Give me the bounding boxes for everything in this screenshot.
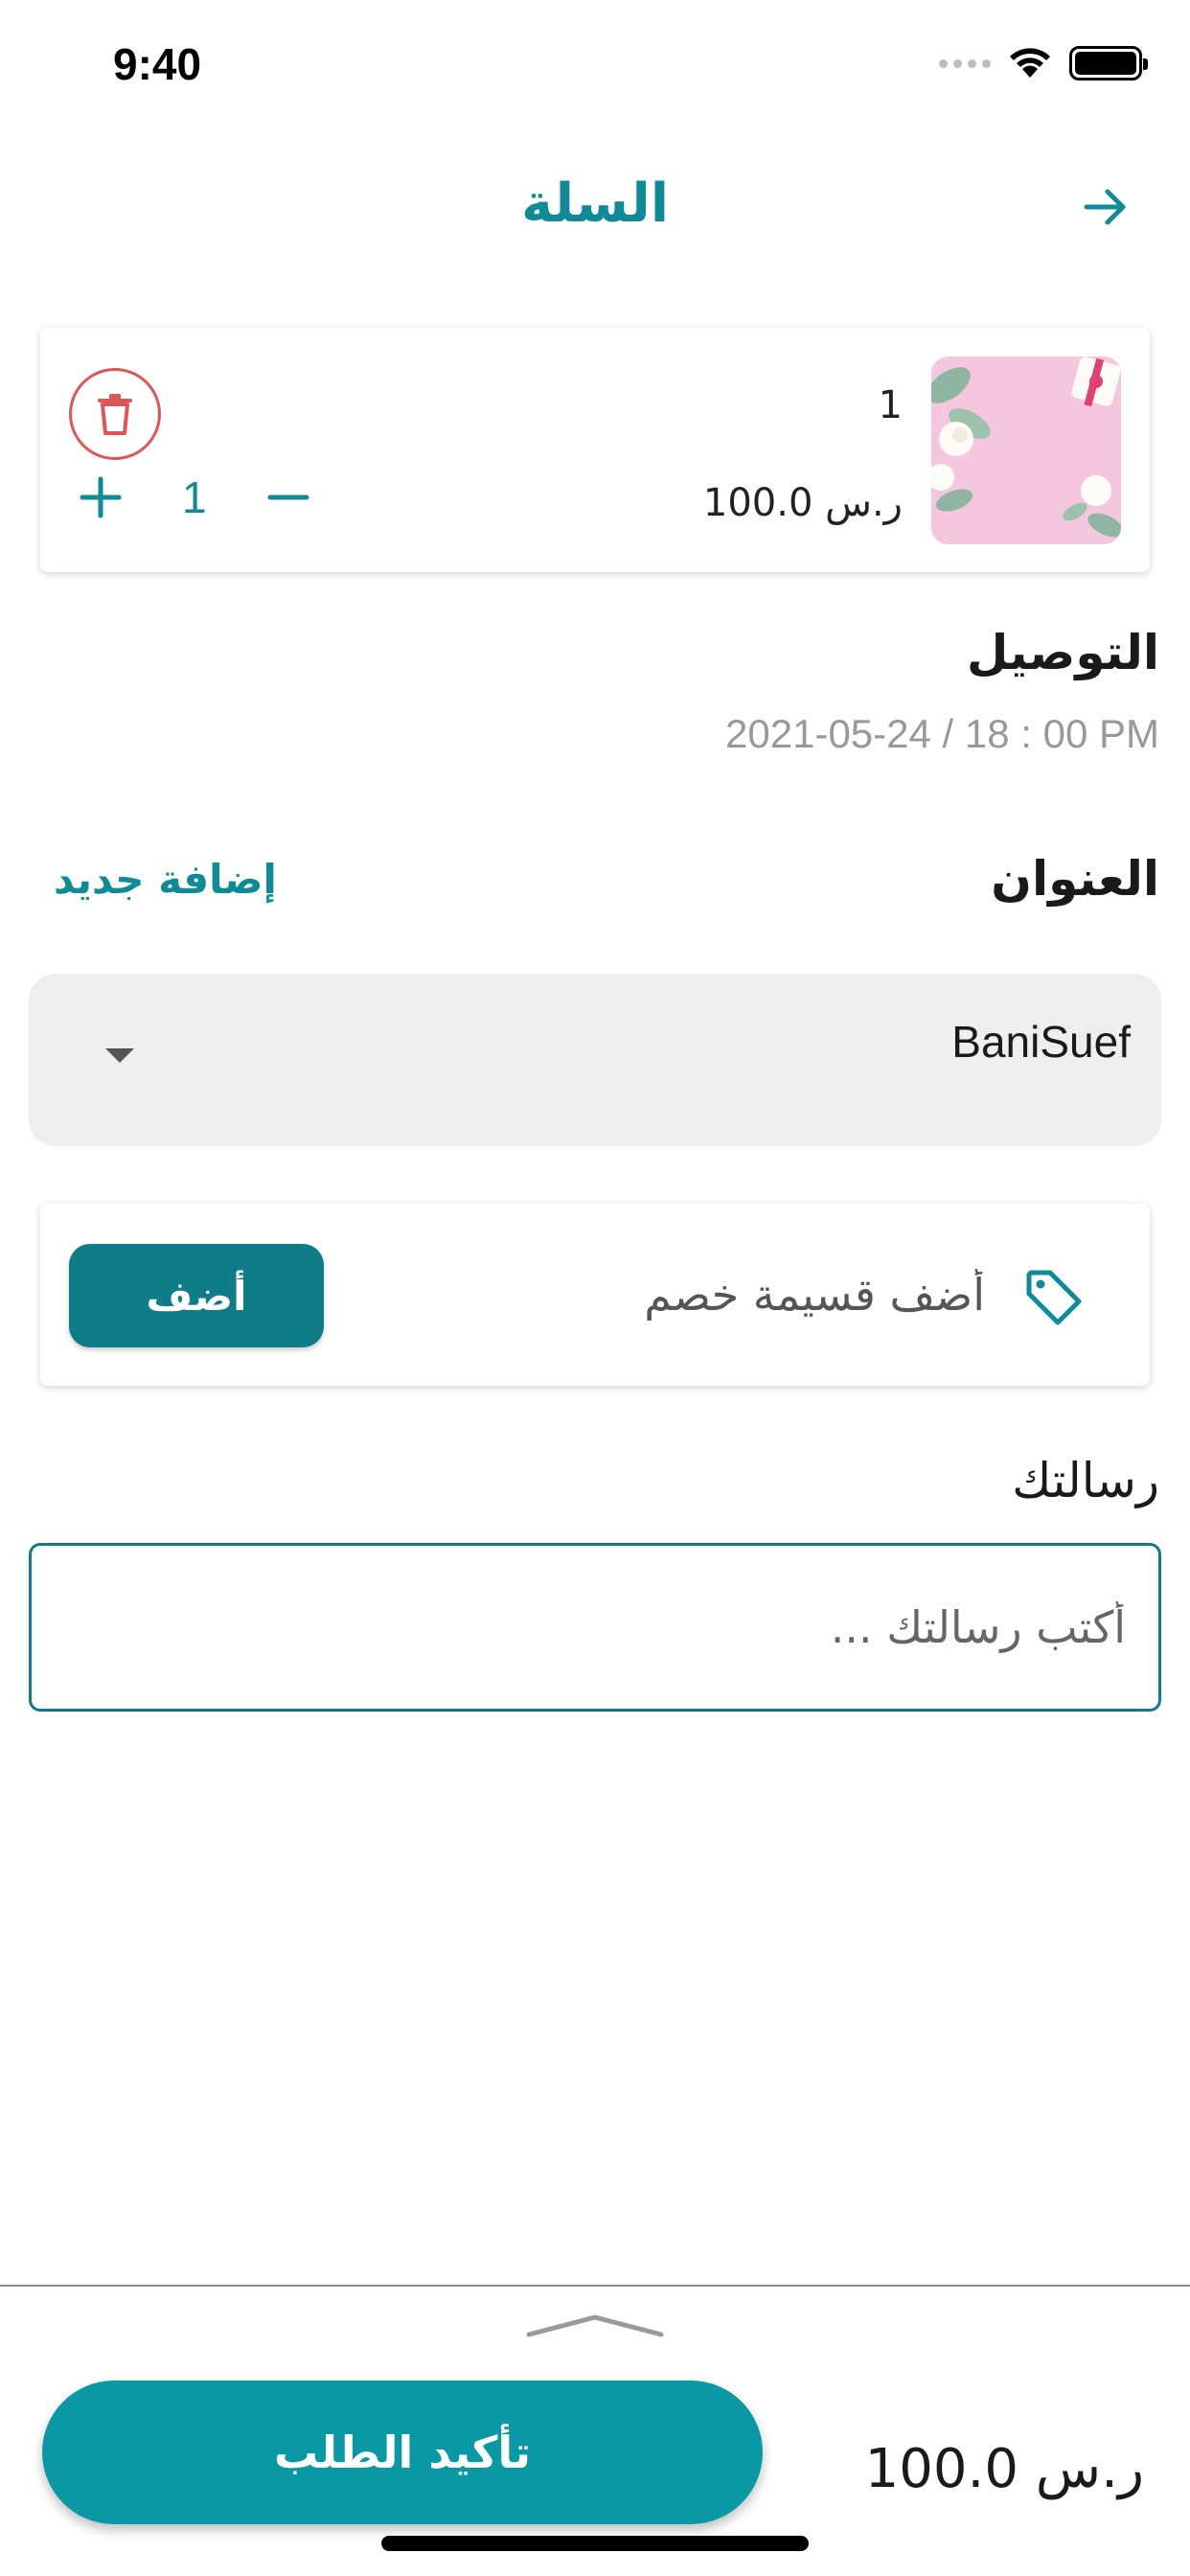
item-price: 100.0 ر.س [702, 481, 903, 525]
message-input[interactable] [32, 1546, 1158, 1709]
decrease-button[interactable] [266, 475, 310, 519]
address-selected-value: BaniSuef [951, 1017, 1131, 1067]
caret-down-icon [105, 1048, 134, 1063]
status-bar: 9:40 [0, 0, 1190, 129]
delivery-datetime: 2021-05-24 / 18 : 00 PM [725, 711, 1159, 756]
plus-icon [80, 476, 122, 518]
trash-icon [98, 394, 132, 435]
minus-icon [267, 494, 309, 500]
bottom-sheet: 100.0 ر.س تأكيد الطلب [0, 2285, 1190, 2576]
product-image [931, 356, 1121, 544]
add-new-address-link[interactable]: إضافة جديد [54, 856, 277, 903]
address-title: العنوان [991, 851, 1159, 907]
quantity-value: 1 [182, 472, 207, 522]
total-price: 100.0 ر.س [864, 2438, 1144, 2500]
signal-icon [939, 58, 991, 68]
wifi-icon [1010, 48, 1050, 78]
header: السلة [0, 153, 1190, 259]
home-indicator [381, 2536, 809, 2551]
chevron-up-icon[interactable] [523, 2306, 667, 2344]
apply-coupon-button[interactable]: أضف [69, 1244, 324, 1347]
address-select[interactable]: BaniSuef [29, 974, 1161, 1146]
page-title: السلة [520, 172, 670, 235]
coupon-card: أضف [40, 1204, 1150, 1386]
tag-icon [1026, 1270, 1082, 1325]
status-time: 9:40 [113, 39, 202, 89]
cart-item-card: 1 100.0 ر.س 1 [40, 328, 1150, 572]
status-icons [939, 46, 1148, 80]
quantity-stepper: 1 [79, 472, 310, 523]
message-box [29, 1543, 1161, 1712]
item-name: 1 [878, 383, 903, 427]
coupon-input[interactable] [448, 1261, 985, 1328]
confirm-order-button[interactable]: تأكيد الطلب [42, 2380, 763, 2524]
delivery-title: التوصيل [966, 625, 1159, 680]
increase-button[interactable] [79, 475, 123, 519]
message-title: رسالتك [1012, 1453, 1159, 1508]
arrow-right-icon[interactable] [1081, 182, 1131, 232]
battery-icon [1069, 46, 1148, 80]
delete-button[interactable] [69, 368, 161, 460]
